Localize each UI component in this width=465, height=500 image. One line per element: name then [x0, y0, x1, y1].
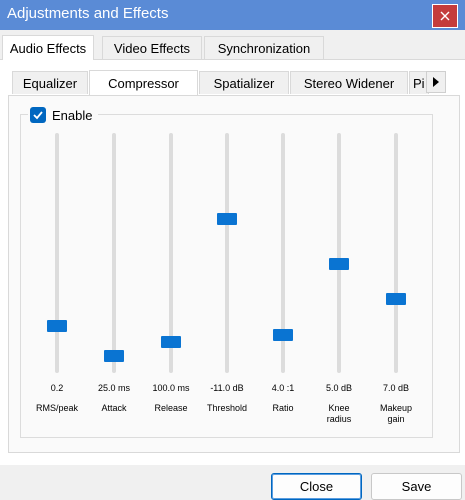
makeup-gain-value: 7.0 dB: [382, 383, 410, 393]
slider-track[interactable]: [112, 133, 116, 373]
tab-video-effects[interactable]: Video Effects: [102, 36, 202, 59]
enable-label: Enable: [52, 107, 93, 123]
outer-tab-strip: Audio Effects Video Effects Synchronizat…: [0, 35, 465, 60]
slider-thumb[interactable]: [386, 293, 406, 305]
title-bar: Adjustments and Effects: [0, 0, 465, 30]
close-button[interactable]: Close: [271, 473, 362, 500]
slider-track[interactable]: [55, 133, 59, 373]
ratio-slider[interactable]: [261, 133, 305, 373]
makeup-gain-label: Makeup gain: [379, 403, 413, 424]
tab-equalizer[interactable]: Equalizer: [12, 71, 88, 94]
tab-audio-effects[interactable]: Audio Effects: [2, 35, 94, 60]
threshold-slider[interactable]: [205, 133, 249, 373]
slider-thumb[interactable]: [273, 329, 293, 341]
slider-thumb[interactable]: [217, 213, 237, 225]
tab-compressor[interactable]: Compressor: [89, 70, 198, 95]
attack-slider[interactable]: [92, 133, 136, 373]
slider-track[interactable]: [337, 133, 341, 373]
enable-checkbox-row[interactable]: Enable: [28, 106, 99, 124]
tab-spatializer[interactable]: Spatializer: [199, 71, 289, 94]
inner-tab-strip: Equalizer Compressor Spatializer Stereo …: [8, 70, 460, 95]
makeup-gain-slider[interactable]: [374, 133, 418, 373]
tab-synchronization[interactable]: Synchronization: [204, 36, 324, 59]
close-window-button[interactable]: [432, 4, 458, 28]
checkmark-icon: [33, 111, 43, 120]
slider-thumb[interactable]: [161, 336, 181, 348]
rms-peak-slider[interactable]: [35, 133, 79, 373]
triangle-right-icon: [433, 77, 439, 87]
tab-scroll-right-button[interactable]: [426, 71, 446, 93]
slider-track[interactable]: [225, 133, 229, 373]
window-title: Adjustments and Effects: [7, 5, 169, 22]
slider-thumb[interactable]: [104, 350, 124, 362]
close-icon: [440, 11, 450, 21]
tab-stereo-widener[interactable]: Stereo Widener: [290, 71, 408, 94]
enable-checkbox[interactable]: [30, 107, 46, 123]
slider-thumb[interactable]: [47, 320, 67, 332]
slider-track[interactable]: [394, 133, 398, 373]
save-button[interactable]: Save: [371, 473, 462, 500]
release-slider[interactable]: [149, 133, 193, 373]
knee-radius-slider[interactable]: [317, 133, 361, 373]
slider-thumb[interactable]: [329, 258, 349, 270]
